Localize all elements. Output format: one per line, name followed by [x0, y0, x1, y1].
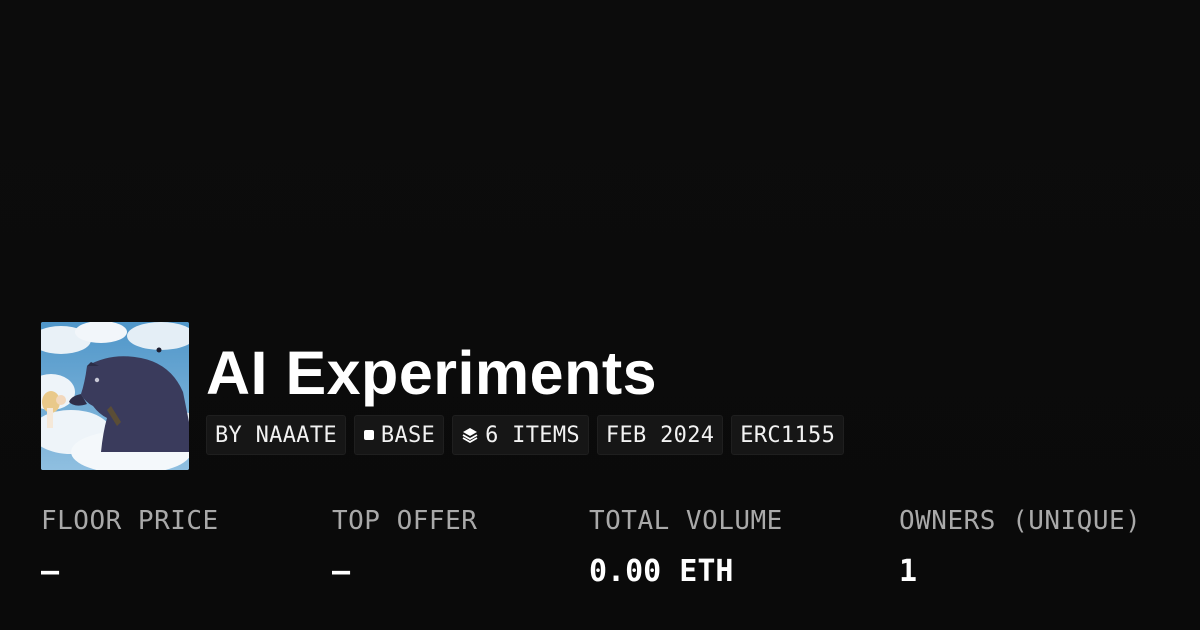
stat-label: TOTAL VOLUME: [589, 506, 783, 536]
collection-thumbnail[interactable]: [41, 322, 189, 470]
stat-label: TOP OFFER: [332, 506, 478, 536]
creator-label: BY NAAATE: [215, 422, 337, 448]
stat-value: 0.00 ETH: [589, 554, 734, 589]
date-label: FEB 2024: [605, 422, 715, 448]
date-chip: FEB 2024: [596, 415, 724, 455]
collection-title: AI Experiments: [206, 339, 658, 407]
stat-floor-price: FLOOR PRICE –: [41, 505, 219, 590]
stat-value: –: [332, 554, 351, 589]
creator-chip[interactable]: BY NAAATE: [206, 415, 346, 455]
stat-owners: OWNERS (UNIQUE) 1: [899, 505, 1141, 590]
collection-card: AI Experiments BY NAAATE BASE 6 ITEMS FE…: [0, 0, 1200, 630]
chain-label: BASE: [380, 422, 436, 448]
standard-chip: ERC1155: [731, 415, 845, 455]
items-label: 6 ITEMS: [485, 422, 580, 448]
stat-total-volume: TOTAL VOLUME 0.00 ETH: [589, 505, 783, 590]
stat-value: 1: [899, 554, 918, 589]
thumbnail-illustration: [41, 322, 189, 470]
square-icon: [363, 429, 375, 441]
items-chip[interactable]: 6 ITEMS: [452, 415, 589, 455]
collection-meta-chips: BY NAAATE BASE 6 ITEMS FEB 2024 ERC1155: [206, 415, 845, 455]
layers-icon: [461, 426, 479, 444]
stat-value: –: [41, 554, 60, 589]
chain-chip[interactable]: BASE: [353, 415, 445, 455]
stat-label: FLOOR PRICE: [41, 506, 219, 536]
stat-label: OWNERS (UNIQUE): [899, 506, 1142, 536]
stat-top-offer: TOP OFFER –: [332, 505, 477, 590]
standard-label: ERC1155: [740, 422, 836, 448]
